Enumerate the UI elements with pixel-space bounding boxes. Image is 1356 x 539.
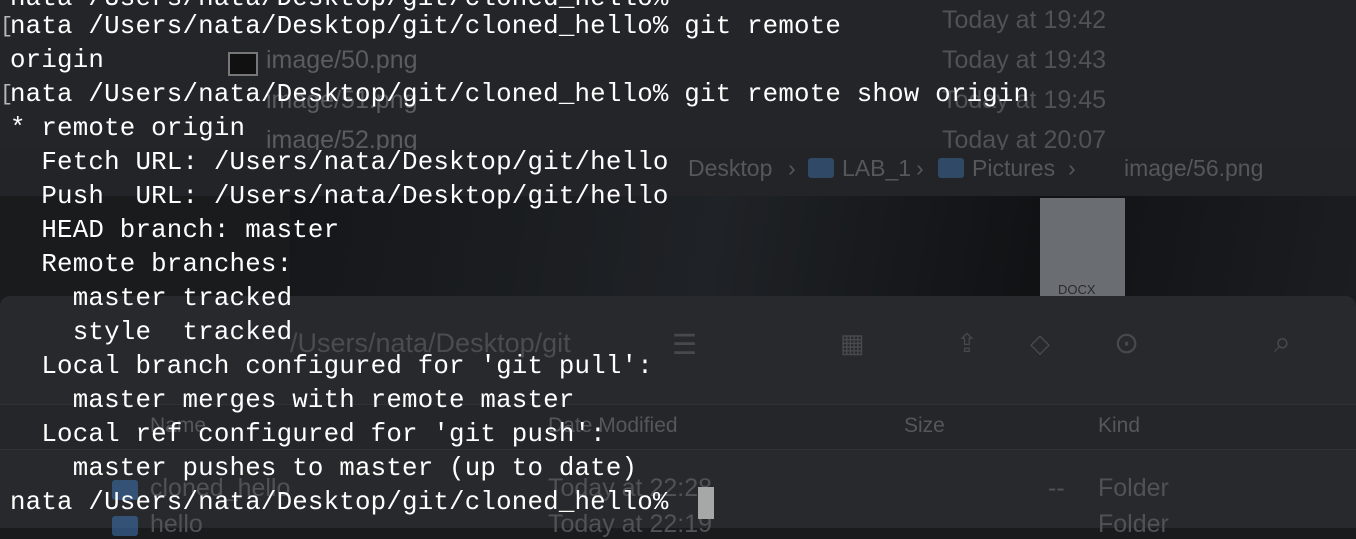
terminal-output-line: origin xyxy=(10,46,105,75)
terminal-output-line: HEAD branch: master xyxy=(10,216,340,245)
terminal-output-line: master merges with remote master xyxy=(10,386,575,415)
terminal-output-line: Remote branches: xyxy=(10,250,293,279)
terminal-command-line: nata /Users/nata/Desktop/git/cloned_hell… xyxy=(0,78,1029,112)
terminal-command-line: nata /Users/nata/Desktop/git/cloned_hell… xyxy=(0,10,841,44)
terminal-cursor xyxy=(698,487,714,519)
terminal-output-line: style tracked xyxy=(10,318,293,347)
terminal-output-line: Push URL: /Users/nata/Desktop/git/hello xyxy=(10,182,669,211)
terminal-output-line: Fetch URL: /Users/nata/Desktop/git/hello xyxy=(10,148,669,177)
terminal-window[interactable]: nata /Users/nata/Desktop/git/cloned_hell… xyxy=(0,0,1356,528)
terminal-output-line: master tracked xyxy=(10,284,293,313)
terminal-output-line: Local branch configured for 'git pull': xyxy=(10,352,653,381)
terminal-output-line: * remote origin xyxy=(10,114,246,143)
terminal-output-line: master pushes to master (up to date) xyxy=(10,454,638,483)
terminal-prompt[interactable]: nata /Users/nata/Desktop/git/cloned_hell… xyxy=(10,486,684,520)
terminal-output-line: Local ref configured for 'git push': xyxy=(10,420,606,449)
